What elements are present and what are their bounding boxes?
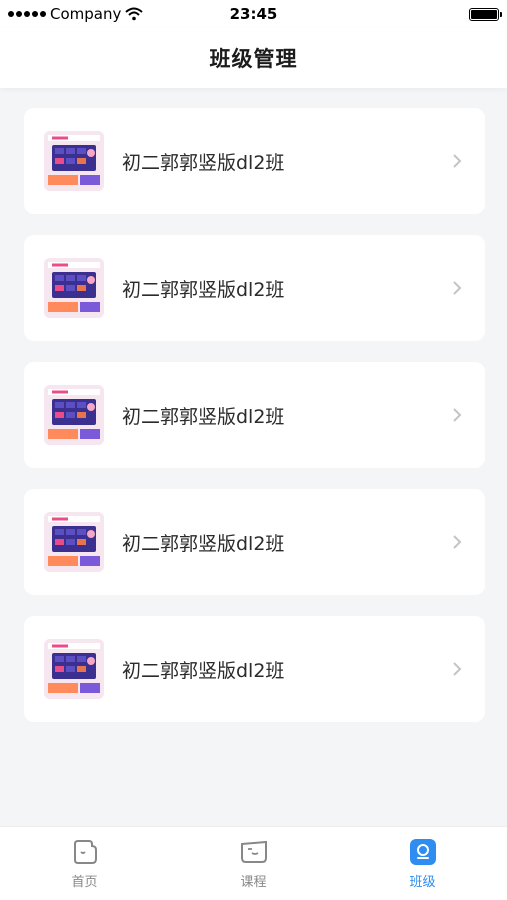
chevron-right-icon [449,280,465,296]
tab-class[interactable]: 班级 [363,837,483,890]
class-name: 初二郭郭竖版dl2班 [122,151,285,174]
nav-bar: 班级管理 [0,28,507,88]
chevron-right-icon [449,534,465,550]
class-thumbnail [44,639,104,699]
tab-course-label: 课程 [240,875,267,890]
class-list: 初二郭郭竖版dl2班 初二郭郭竖版dl2班 初二郭郭竖版dl2班 初二郭郭竖版d… [24,108,485,743]
class-thumbnail [44,131,104,191]
class-card[interactable]: 初二郭郭竖版dl2班 [24,489,485,595]
class-thumbnail [44,385,104,445]
class-card[interactable]: 初二郭郭竖版dl2班 [24,108,485,214]
chevron-right-icon [449,407,465,423]
class-icon [408,837,438,867]
tab-home-label: 首页 [71,875,98,890]
home-icon [70,837,100,867]
signal-icon [8,11,46,17]
class-name: 初二郭郭竖版dl2班 [122,659,285,682]
chevron-right-icon [449,153,465,169]
wifi-icon [125,7,144,21]
course-icon [239,837,269,867]
tab-home[interactable]: 首页 [25,837,145,890]
status-left: Company [8,5,144,23]
tab-class-label: 班级 [409,875,436,890]
battery-icon [469,7,502,21]
class-name: 初二郭郭竖版dl2班 [122,532,285,555]
class-thumbnail [44,512,104,572]
class-name: 初二郭郭竖版dl2班 [122,278,285,301]
tab-course[interactable]: 课程 [194,837,314,890]
class-name: 初二郭郭竖版dl2班 [122,405,285,428]
status-bar: Company 23:45 [0,0,507,28]
carrier-name: Company [50,5,122,23]
tab-bar: 首页 课程 班级 [0,826,507,900]
page-title: 班级管理 [209,47,298,71]
class-card[interactable]: 初二郭郭竖版dl2班 [24,362,485,468]
chevron-right-icon [449,661,465,677]
class-card[interactable]: 初二郭郭竖版dl2班 [24,235,485,341]
class-thumbnail [44,258,104,318]
class-card[interactable]: 初二郭郭竖版dl2班 [24,616,485,722]
